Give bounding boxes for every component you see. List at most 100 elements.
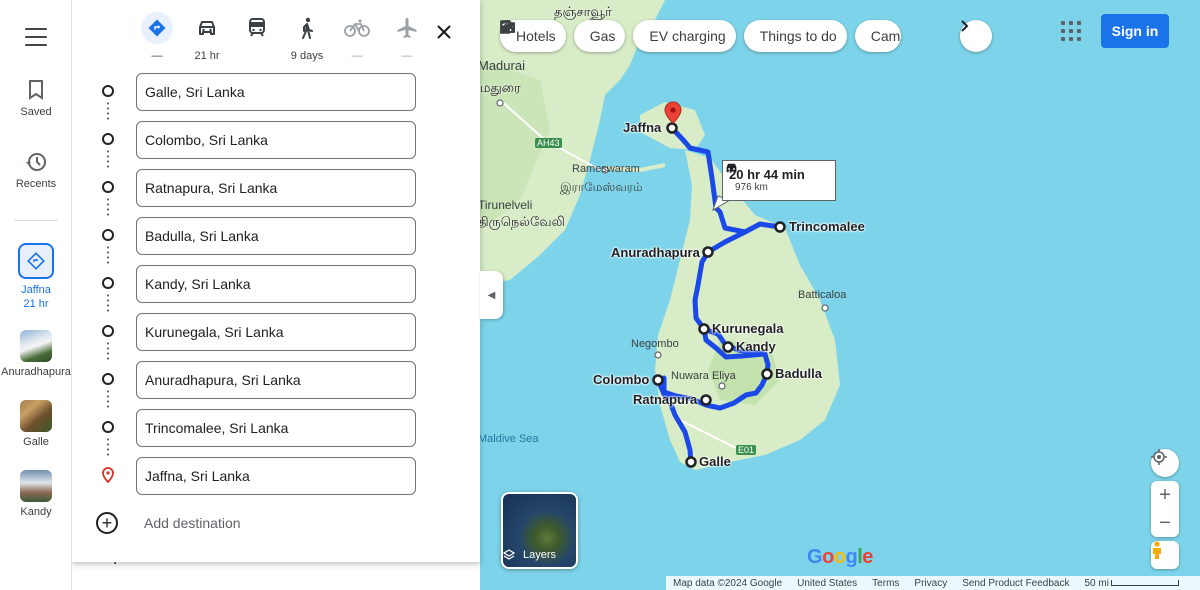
waypoint-circle-icon bbox=[102, 85, 114, 97]
google-logo: Google bbox=[807, 546, 873, 568]
scale-bar bbox=[1110, 579, 1179, 586]
collapse-panel-button[interactable]: ◀ bbox=[480, 271, 503, 319]
chip-campgrounds-label: Campgrounds bbox=[870, 28, 901, 44]
chip-gas-label: Gas bbox=[589, 28, 616, 44]
route-distance: 976 km bbox=[735, 182, 768, 193]
street-view-pegman[interactable] bbox=[1151, 541, 1179, 569]
close-icon[interactable] bbox=[432, 20, 456, 44]
map-label-negombo: Negombo bbox=[631, 338, 679, 350]
anuradhapura-thumbnail bbox=[20, 330, 52, 362]
rail-directions-jaffna[interactable]: Jaffna 21 hr bbox=[0, 243, 72, 311]
stop-input-4[interactable] bbox=[136, 217, 416, 255]
zoom-in-button[interactable]: + bbox=[1159, 485, 1171, 505]
stop-input-3[interactable] bbox=[136, 169, 416, 207]
highway-badge-ah43: AH43 bbox=[535, 138, 562, 148]
zoom-out-button[interactable]: − bbox=[1159, 513, 1171, 533]
waypoint-circle-icon bbox=[102, 277, 114, 289]
stop-row bbox=[72, 72, 480, 121]
directions-panel: — 21 hr 9 days — — Galle, Sri Lanka Colo… bbox=[72, 0, 480, 562]
chip-ev-charging[interactable]: EV charging bbox=[500, 20, 736, 52]
stop-input-8[interactable] bbox=[136, 409, 416, 447]
saved-button[interactable]: Saved bbox=[0, 78, 72, 118]
stop-input-7[interactable] bbox=[136, 361, 416, 399]
mode-cycling[interactable]: — bbox=[332, 12, 382, 64]
connector-dots bbox=[107, 197, 109, 217]
city-dot-nuwara-eliya bbox=[718, 382, 726, 390]
map-label-tirunelveli: Tirunelveli bbox=[480, 198, 533, 212]
stop-row bbox=[72, 120, 480, 169]
scale-label: 50 mi bbox=[1084, 577, 1109, 589]
city-dot-batticaloa bbox=[821, 304, 829, 312]
map-label-maldive-sea: Maldive Sea bbox=[480, 433, 539, 445]
rail-place-galle[interactable]: Galle bbox=[0, 400, 72, 448]
stop-input-destination[interactable] bbox=[136, 457, 416, 495]
connector-dots bbox=[107, 437, 109, 457]
country-link[interactable]: United States bbox=[797, 578, 857, 589]
route-info-callout[interactable]: 20 hr 44 min 976 km bbox=[722, 160, 836, 201]
rail-divider bbox=[14, 220, 58, 221]
mode-flights[interactable]: — bbox=[382, 12, 432, 64]
train-icon bbox=[241, 12, 273, 44]
city-dot-negombo bbox=[654, 351, 662, 359]
rail-place-anuradhapura[interactable]: Anuradhapura bbox=[0, 330, 72, 378]
map-label-kandy: Kandy bbox=[736, 339, 776, 354]
mode-walking[interactable]: 9 days bbox=[282, 12, 332, 64]
chip-gas[interactable]: Gas bbox=[501, 20, 626, 52]
map-footer: Map data ©2024 Google United States Term… bbox=[666, 576, 1200, 590]
mode-driving-label: 21 hr bbox=[194, 50, 220, 62]
stop-input-5[interactable] bbox=[136, 265, 416, 303]
map-label-thanjavur-ta: தஞ்சாவூர் bbox=[554, 4, 612, 19]
layers-button[interactable]: Layers bbox=[501, 492, 578, 569]
map-label-trincomalee: Trincomalee bbox=[789, 219, 865, 234]
privacy-link[interactable]: Privacy bbox=[914, 578, 947, 589]
feedback-link[interactable]: Send Product Feedback bbox=[962, 578, 1069, 589]
marker-galle bbox=[685, 456, 697, 468]
map-label-badulla: Badulla bbox=[775, 366, 822, 381]
chips-next-button[interactable] bbox=[960, 20, 992, 52]
menu-icon[interactable] bbox=[22, 26, 50, 48]
sign-in-button[interactable]: Sign in bbox=[1101, 14, 1169, 48]
waypoint-circle-icon bbox=[102, 421, 114, 433]
connector-dots bbox=[107, 389, 109, 409]
terms-link[interactable]: Terms bbox=[872, 578, 899, 589]
map-label-madurai: Madurai bbox=[480, 58, 525, 73]
mode-driving[interactable]: 21 hr bbox=[182, 12, 232, 64]
pegman-icon bbox=[1153, 541, 1161, 559]
scale-indicator[interactable]: 50 mi bbox=[1085, 578, 1179, 589]
route-stops bbox=[72, 72, 480, 504]
marker-kurunegala bbox=[698, 323, 710, 335]
rail-place-kandy[interactable]: Kandy bbox=[0, 470, 72, 518]
map-data-attribution: Map data ©2024 Google bbox=[673, 577, 783, 589]
marker-jaffna bbox=[666, 122, 678, 134]
route-duration: 20 hr 44 min bbox=[729, 167, 805, 182]
my-location-button[interactable] bbox=[1151, 449, 1179, 477]
add-destination-label: Add destination bbox=[144, 515, 241, 531]
stop-input-2[interactable] bbox=[136, 121, 416, 159]
connector-dots bbox=[107, 101, 109, 121]
mode-transit[interactable] bbox=[232, 12, 282, 64]
map-label-jaffna: Jaffna bbox=[623, 120, 662, 135]
chip-campgrounds[interactable]: Campgrounds bbox=[500, 20, 901, 52]
map-label-rameswaram: Rameswaram bbox=[572, 163, 640, 175]
add-circle-icon: + bbox=[96, 512, 118, 534]
mode-best[interactable]: — bbox=[132, 12, 182, 64]
stop-input-1[interactable] bbox=[136, 73, 416, 111]
apps-grid-icon[interactable] bbox=[1061, 21, 1081, 41]
mode-cycling-label: — bbox=[351, 50, 363, 62]
map-canvas[interactable]: தஞ்சாவூர் Madurai மதுரை AH43 Rameswaram … bbox=[480, 0, 1200, 590]
map-label-tirunelveli-ta: திருநெல்வேலி bbox=[480, 214, 565, 229]
recents-button[interactable]: Recents bbox=[0, 150, 72, 190]
chip-things-to-do[interactable]: Things to do bbox=[500, 20, 847, 52]
stop-input-6[interactable] bbox=[136, 313, 416, 351]
marker-anuradhapura bbox=[702, 246, 714, 258]
waypoint-circle-icon bbox=[102, 325, 114, 337]
map-label-batticaloa: Batticaloa bbox=[798, 289, 847, 301]
marker-ratnapura bbox=[700, 394, 712, 406]
map-label-colombo: Colombo bbox=[593, 372, 650, 387]
rail-place-label: Galle bbox=[23, 436, 49, 448]
connector-dots bbox=[107, 149, 109, 169]
waypoint-circle-icon bbox=[102, 373, 114, 385]
car-icon bbox=[726, 163, 737, 173]
rail-directions-title: Jaffna bbox=[21, 284, 51, 296]
add-destination-button[interactable]: + Add destination bbox=[96, 512, 241, 534]
